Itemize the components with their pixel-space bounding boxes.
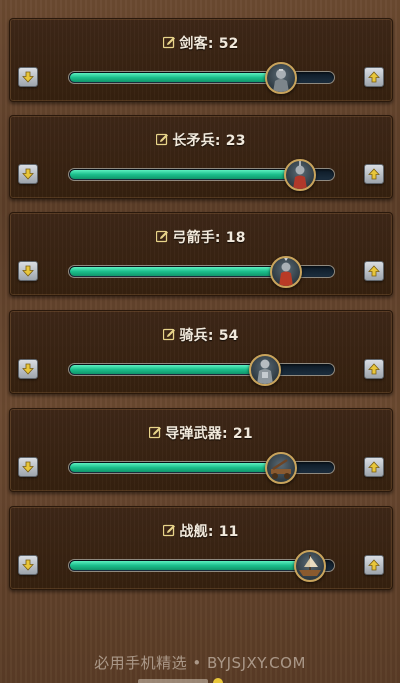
arrow-up-icon — [368, 71, 380, 83]
slider-thumb[interactable] — [283, 158, 316, 191]
arrow-up-icon — [368, 559, 380, 571]
decrease-button[interactable] — [18, 555, 38, 575]
unit-name: 骑兵 — [179, 328, 208, 344]
decrease-button[interactable] — [18, 67, 38, 87]
unit-panel-swordsman: 剑客: 52 — [9, 18, 393, 102]
slider-thumb[interactable] — [265, 61, 297, 94]
increase-button[interactable] — [364, 67, 384, 87]
increase-button[interactable] — [364, 261, 384, 281]
slider-fill — [70, 267, 286, 276]
army-composition-screen: 剑客: 52 长矛兵: 23 弓箭手: 18 骑兵: 54 导弹武器: 21 战… — [0, 0, 400, 683]
increase-button[interactable] — [364, 555, 384, 575]
arrow-down-icon — [22, 265, 34, 277]
unit-title[interactable]: 战舰: 11 — [10, 521, 392, 541]
swordsman-icon — [273, 68, 289, 92]
unit-slider[interactable] — [68, 353, 335, 386]
unit-count: 21 — [232, 426, 253, 442]
slider-thumb[interactable] — [265, 451, 297, 484]
siege-weapon-icon — [271, 458, 291, 479]
increase-button[interactable] — [364, 457, 384, 477]
warship-icon — [299, 554, 322, 576]
increase-button[interactable] — [364, 164, 384, 184]
unit-name: 剑客 — [179, 36, 208, 52]
arrow-down-icon — [22, 71, 34, 83]
arrow-down-icon — [22, 168, 34, 180]
edit-pencil-icon[interactable] — [163, 36, 176, 49]
unit-slider[interactable] — [68, 61, 335, 94]
unit-title[interactable]: 长矛兵: 23 — [10, 130, 392, 150]
archer-icon — [279, 257, 294, 286]
arrow-up-icon — [368, 265, 380, 277]
arrow-down-icon — [22, 559, 34, 571]
decrease-button[interactable] — [18, 164, 38, 184]
watermark: 必用手机精选 • BYJSJXY.COM — [94, 654, 306, 672]
spearman-icon — [292, 160, 307, 189]
unit-count: 11 — [218, 524, 239, 540]
edit-pencil-icon[interactable] — [163, 328, 176, 341]
unit-count: 23 — [225, 133, 246, 149]
decrease-button[interactable] — [18, 261, 38, 281]
slider-thumb[interactable] — [270, 255, 303, 288]
arrow-up-icon — [368, 363, 380, 375]
decrease-button[interactable] — [18, 359, 38, 379]
slider-fill — [70, 561, 310, 570]
cavalry-icon — [257, 359, 274, 384]
unit-name: 战舰 — [179, 524, 208, 540]
decrease-button[interactable] — [18, 457, 38, 477]
arrow-down-icon — [22, 363, 34, 375]
unit-panel-siege: 导弹武器: 21 — [9, 408, 393, 492]
unit-slider[interactable] — [68, 451, 335, 484]
unit-panel-cavalry: 骑兵: 54 — [9, 310, 393, 394]
unit-slider[interactable] — [68, 158, 335, 191]
edit-pencil-icon[interactable] — [156, 230, 169, 243]
bottom-cutoff-element — [138, 678, 223, 683]
edit-pencil-icon[interactable] — [163, 524, 176, 537]
unit-panel-spearman: 长矛兵: 23 — [9, 115, 393, 199]
unit-name: 导弹武器 — [165, 426, 223, 442]
unit-title[interactable]: 骑兵: 54 — [10, 325, 392, 345]
slider-thumb[interactable] — [294, 549, 327, 582]
unit-slider[interactable] — [68, 255, 335, 288]
edit-pencil-icon[interactable] — [156, 133, 169, 146]
unit-slider[interactable] — [68, 549, 335, 582]
slider-fill — [70, 170, 299, 179]
unit-count: 18 — [225, 230, 246, 246]
unit-name: 长矛兵 — [172, 133, 215, 149]
unit-count: 54 — [218, 328, 239, 344]
unit-title[interactable]: 弓箭手: 18 — [10, 227, 392, 247]
unit-title[interactable]: 导弹武器: 21 — [10, 423, 392, 443]
unit-panel-warship: 战舰: 11 — [9, 506, 393, 590]
arrow-up-icon — [368, 461, 380, 473]
unit-count: 52 — [218, 36, 239, 52]
increase-button[interactable] — [364, 359, 384, 379]
arrow-down-icon — [22, 461, 34, 473]
unit-name: 弓箭手 — [172, 230, 215, 246]
arrow-up-icon — [368, 168, 380, 180]
unit-title[interactable]: 剑客: 52 — [10, 33, 392, 53]
slider-fill — [70, 73, 280, 82]
edit-pencil-icon[interactable] — [149, 426, 162, 439]
unit-panel-archer: 弓箭手: 18 — [9, 212, 393, 296]
slider-fill — [70, 463, 280, 472]
slider-thumb[interactable] — [249, 353, 282, 386]
slider-fill — [70, 365, 265, 374]
